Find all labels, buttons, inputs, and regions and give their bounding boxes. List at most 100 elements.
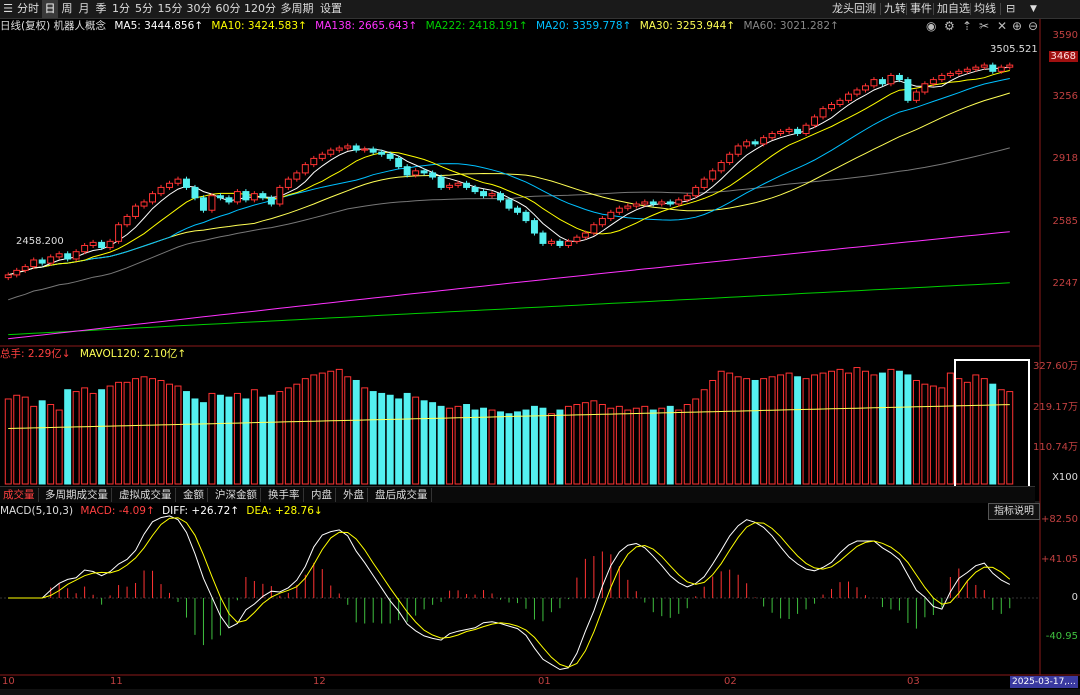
candle-body: [777, 130, 785, 135]
candle-body: [649, 201, 657, 205]
candle-body: [598, 218, 606, 226]
volume-bar: [760, 378, 768, 485]
macd-axis-tick: +41.05: [1040, 554, 1078, 565]
volume-bar: [157, 379, 165, 485]
candle-body: [505, 199, 513, 209]
candle-body: [412, 170, 420, 176]
candle-body: [446, 184, 454, 188]
volume-bar: [615, 405, 623, 485]
tab-virtual-volume[interactable]: 虚拟成交量: [116, 488, 176, 502]
volume-bar: [344, 376, 352, 485]
tab-hs-amount[interactable]: 沪深金额: [212, 488, 261, 502]
candle-body: [709, 170, 717, 180]
date-tick: 01: [538, 676, 551, 687]
volume-bar: [429, 402, 437, 485]
volume-bar: [556, 409, 564, 485]
macd-axis-tick: -40.95: [1045, 631, 1078, 642]
volume-bar: [649, 409, 657, 485]
candle-body: [726, 153, 734, 164]
candle-body: [717, 162, 725, 172]
candle-body: [123, 215, 131, 226]
candle-body: [216, 195, 224, 199]
candle-body: [980, 64, 988, 68]
candle-body: [157, 186, 165, 195]
volume-bar: [183, 391, 190, 485]
candle-body: [989, 64, 997, 72]
tab-multi-period-volume[interactable]: 多周期成交量: [42, 488, 112, 502]
volume-bar: [471, 409, 479, 485]
candle-body: [310, 157, 318, 166]
tab-volume[interactable]: 成交量: [0, 488, 39, 502]
candle-body: [21, 266, 29, 271]
volume-bar: [878, 372, 886, 485]
candle-body: [955, 70, 963, 74]
candle-body: [454, 182, 462, 186]
indicator-help-button[interactable]: 指标说明: [988, 503, 1040, 520]
volume-bar: [132, 378, 140, 485]
date-tick: 10: [2, 676, 15, 687]
volume-bar: [683, 404, 691, 485]
candle-body: [743, 141, 751, 147]
volume-total: 总手: 2.29亿↓: [0, 348, 71, 360]
tab-inner[interactable]: 内盘: [308, 488, 336, 502]
candle-body: [149, 193, 156, 203]
candle-body: [946, 72, 954, 76]
ma10-line: [8, 70, 1010, 276]
ma30-line: [8, 92, 1010, 276]
volume-bar: [785, 372, 793, 485]
tab-outer[interactable]: 外盘: [340, 488, 368, 502]
bottom-strip: [0, 689, 1080, 695]
candle-body: [13, 269, 21, 276]
volume-bar: [378, 392, 386, 485]
volume-bar: [115, 381, 123, 485]
tab-turnover[interactable]: 换手率: [265, 488, 304, 502]
volume-bar: [811, 374, 819, 485]
volume-bar: [955, 378, 963, 485]
volume-bar: [895, 370, 903, 485]
candle-body: [259, 193, 267, 199]
candle-body: [81, 244, 89, 253]
volume-bar: [989, 383, 997, 485]
tab-after-hours-volume[interactable]: 盘后成交量: [372, 488, 432, 502]
candle-body: [836, 99, 844, 105]
candle-body: [887, 74, 895, 85]
macd-axis-tick: +82.50: [1040, 514, 1078, 525]
volume-bar: [420, 400, 428, 485]
volume-bar: [743, 378, 751, 485]
candle-body: [233, 191, 241, 203]
current-price-tag: 3468: [1048, 51, 1078, 62]
volume-bar: [675, 409, 683, 485]
candle-body: [904, 79, 912, 101]
candle-body: [828, 103, 835, 110]
candle-body: [853, 89, 861, 95]
volume-bar: [514, 411, 521, 485]
current-date-tag: 2025-03-17,...: [1010, 676, 1078, 688]
candle-body: [522, 211, 530, 222]
volume-bar: [564, 405, 572, 485]
volume-bar: [709, 379, 717, 485]
volume-bar: [751, 379, 759, 485]
candle-body: [318, 153, 326, 159]
volume-bar: [573, 404, 581, 485]
candle-body: [174, 178, 182, 184]
candle-body: [692, 186, 700, 197]
candle-body: [471, 186, 479, 193]
volume-bar: [802, 378, 810, 485]
candle-body: [403, 166, 411, 176]
volume-bar: [921, 383, 929, 485]
volume-bar: [972, 374, 980, 485]
candle-body: [47, 256, 55, 264]
volume-bar: [395, 398, 403, 485]
candle-body: [420, 170, 428, 174]
price-tick: 2585: [1052, 216, 1078, 227]
volume-bar: [632, 407, 640, 485]
volume-bar: [522, 409, 530, 485]
candle-body: [607, 211, 615, 220]
candle-body: [4, 274, 12, 279]
volume-bar: [912, 379, 920, 485]
volume-bar: [997, 389, 1005, 485]
volume-axis-tick: 110.74万: [1033, 442, 1078, 453]
candle-body: [242, 191, 250, 201]
tab-amount[interactable]: 金额: [180, 488, 208, 502]
candle-body: [963, 68, 971, 72]
